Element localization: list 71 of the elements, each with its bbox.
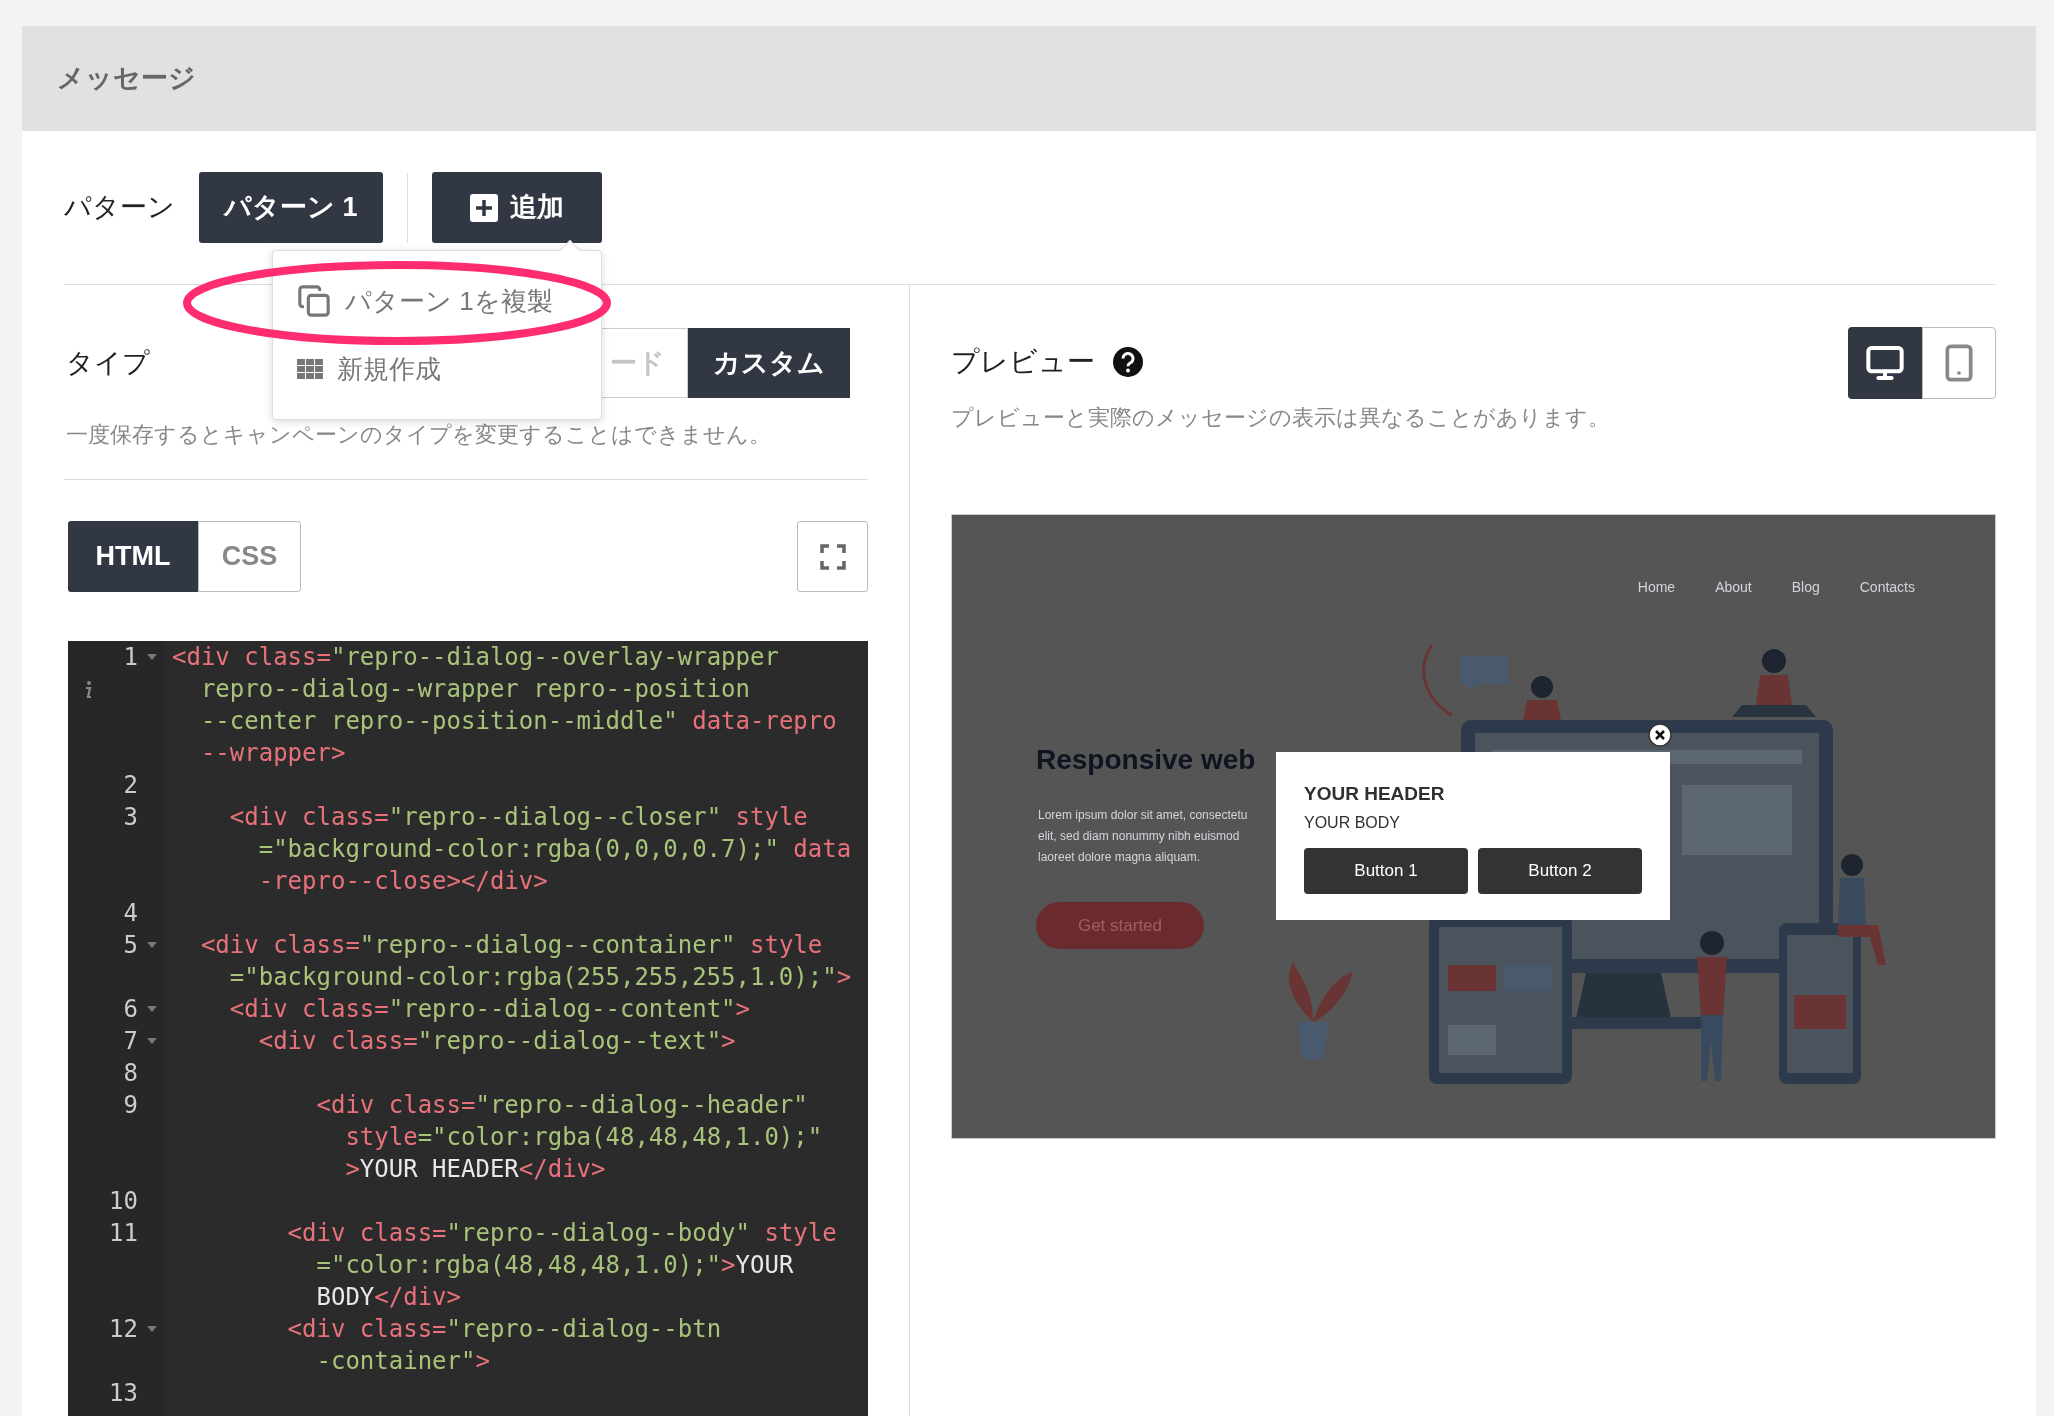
site-heading: Responsive web [1036,743,1256,777]
line-number: 6 [122,994,138,1025]
preview-note: プレビューと実際のメッセージの表示は異なることがあります。 [951,404,1610,432]
editor-tab[interactable]: CSS [198,521,301,592]
code-line: BODY</div> [315,1282,461,1313]
plus-icon [469,193,498,222]
fullscreen-button[interactable] [797,521,868,592]
code-line: <div class="repro--dialog--container" style [199,930,823,961]
code-line: --wrapper> [199,738,346,769]
site-text-line: laoreet dolore magna aliquam. [1038,849,1202,866]
site-nav-link[interactable]: Contacts [1859,577,1915,598]
type-label: タイプ [66,346,150,380]
section-title: メッセージ [57,62,196,96]
add-button[interactable]: 追加 [431,172,602,243]
site-nav-link[interactable]: Home [1637,577,1676,598]
editor-tab[interactable]: HTML [68,521,198,592]
code-line: <div class="repro--dialog--overlay-wrapper [172,642,779,673]
code-line: --center repro--position--middle" data-repro [199,706,837,737]
fold-caret-icon[interactable] [147,942,157,948]
site-text-line: elit, sed diam nonummy nibh euismod [1038,828,1241,845]
code-line: <div class="repro--dialog--closer" style [228,802,808,833]
code-line: ="background-color:rgba(255,255,255,1.0);"> [228,962,852,993]
dialog-body: YOUR BODY [1304,813,1401,833]
type-option[interactable]: カスタム [688,328,850,398]
grid-icon [297,359,323,379]
dialog-button[interactable]: Button 1 [1304,848,1468,894]
line-number: 2 [122,770,138,801]
code-line: ="background-color:rgba(0,0,0,0.7);" data [257,834,852,865]
line-number: 9 [122,1090,138,1121]
code-line: -container"> [315,1346,490,1377]
device-toggle[interactable] [1922,327,1996,399]
close-icon[interactable] [1648,723,1672,747]
fold-caret-icon[interactable] [147,1326,157,1332]
fullscreen-icon [819,543,846,570]
pattern-tab[interactable]: パターン 1 [199,172,383,243]
line-number: 1 [122,642,138,673]
code-line: >YOUR HEADER</div> [344,1154,606,1185]
code-line: <div class="repro--dialog--content"> [228,994,750,1025]
copy-icon [297,284,331,318]
code-line: ="color:rgba(48,48,48,1.0);">YOUR [315,1250,794,1281]
code-line: -repro--close></div> [257,866,548,897]
code-line: repro--dialog--wrapper repro--position [199,674,750,705]
site-nav-link[interactable]: About [1715,577,1752,598]
help-icon[interactable] [1113,347,1143,377]
pattern-label: パターン [64,191,175,225]
code-line: <div class="repro--dialog--text"> [257,1026,736,1057]
line-number: 4 [122,898,138,929]
line-number: 12 [108,1314,138,1345]
dialog-header: YOUR HEADER [1304,782,1446,806]
type-note: 一度保存するとキャンペーンのタイプを変更することはできません。 [66,421,772,449]
code-line: <div class="repro--dialog--btn [286,1314,722,1345]
fold-caret-icon[interactable] [147,1006,157,1012]
code-line: <div class="repro--dialog--body" style [286,1218,837,1249]
line-number: 10 [108,1186,138,1217]
line-number: 7 [122,1026,138,1057]
fold-caret-icon[interactable] [147,654,157,660]
device-toggle[interactable] [1848,327,1922,399]
code-line: <div class="repro--dialog--header" [315,1090,808,1121]
fold-caret-icon[interactable] [147,1038,157,1044]
code-line: style="color:rgba(48,48,48,1.0);" [344,1122,823,1153]
dialog-button[interactable]: Button 2 [1478,848,1642,894]
line-number: 11 [108,1218,138,1249]
line-number: 8 [122,1058,138,1089]
line-number: 13 [108,1378,138,1409]
monitor-icon [1865,343,1905,383]
preview-title: プレビュー [951,345,1095,379]
site-text-line: Lorem ipsum dolor sit amet, consectetu [1038,807,1248,824]
site-nav-link[interactable]: Blog [1791,577,1820,598]
line-number: 3 [122,802,138,833]
code-editor[interactable] [68,641,868,1416]
line-number: 5 [122,930,138,961]
